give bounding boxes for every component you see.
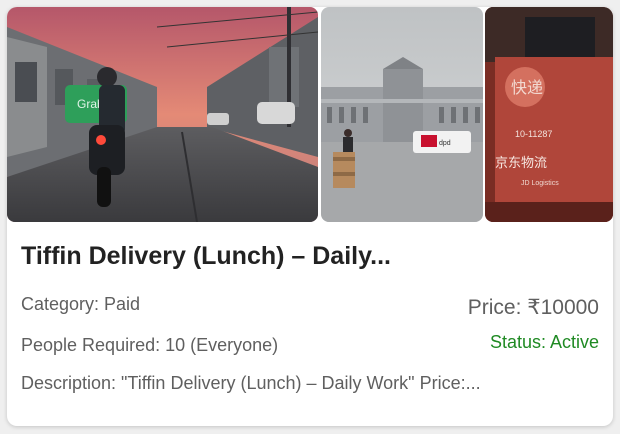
price-label: Price: ₹10000 [467,296,599,319]
svg-text:京东物流: 京东物流 [495,155,547,170]
listing-card[interactable]: Grab dpd 快递 10-11287 京东物流 JD Logistics T… [7,7,613,426]
listing-title[interactable]: Tiffin Delivery (Lunch) – Daily... [21,242,581,271]
svg-text:dpd: dpd [439,140,451,147]
jd-logistics-photo[interactable]: 快递 10-11287 京东物流 JD Logistics [485,7,613,222]
people-required-label: People Required: 10 (Everyone) [21,335,279,355]
image-gallery: Grab dpd 快递 10-11287 京东物流 JD Logistics [7,7,613,222]
svg-text:快递: 快递 [511,79,543,97]
svg-text:JD Logistics: JD Logistics [521,180,559,187]
status-badge: Status: Active [489,332,599,352]
svg-text:10-11287: 10-11287 [515,129,552,139]
delivery-scooter-photo[interactable]: Grab [7,7,318,222]
category-label: Category: Paid [21,294,141,314]
parcel-trolley-photo[interactable]: dpd [321,7,483,222]
description-text: Description: "Tiffin Delivery (Lunch) – … [21,373,481,393]
